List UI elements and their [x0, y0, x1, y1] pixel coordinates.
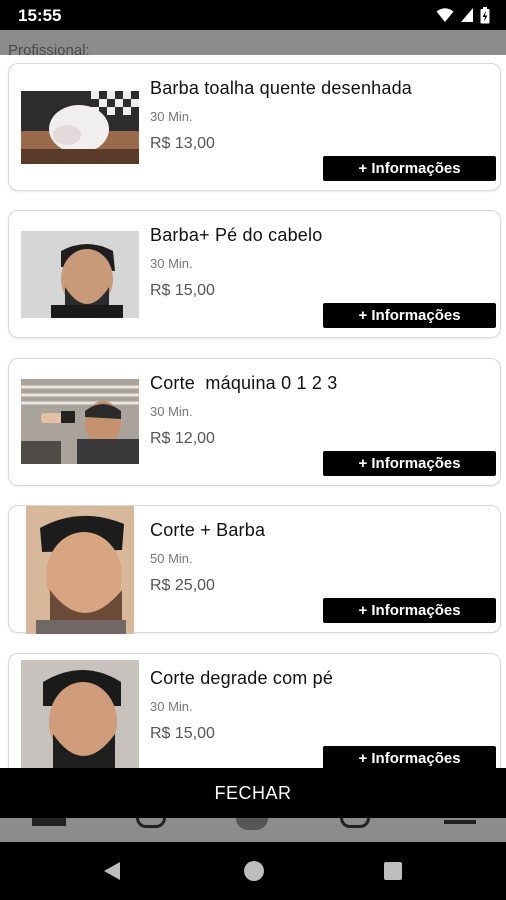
service-name: Barba toalha quente desenhada — [150, 78, 413, 98]
service-duration: 30 Min. — [150, 699, 193, 714]
service-card[interactable]: Barba toalha quente desenhada 30 Min. R$… — [8, 63, 501, 191]
battery-icon — [480, 6, 490, 23]
service-image — [26, 506, 134, 634]
service-price: R$ 13,00 — [150, 135, 215, 152]
service-name: Corte máquina 0 1 2 3 — [150, 373, 338, 393]
recents-icon[interactable] — [384, 862, 402, 880]
service-image — [21, 379, 139, 464]
status-bar: 15:55 — [0, 0, 506, 30]
service-duration: 50 Min. — [150, 551, 193, 566]
service-name: Corte degrade com pé — [150, 668, 334, 688]
background-bottom-nav — [0, 818, 506, 842]
service-price: R$ 15,00 — [150, 725, 215, 742]
service-duration: 30 Min. — [150, 404, 193, 419]
service-price: R$ 15,00 — [150, 282, 215, 299]
system-nav-bar — [0, 842, 506, 900]
service-price: R$ 12,00 — [150, 430, 215, 447]
status-icons — [436, 6, 490, 24]
service-card[interactable]: Corte + Barba 50 Min. R$ 25,00 + Informa… — [8, 505, 501, 634]
service-duration: 30 Min. — [150, 109, 193, 124]
service-image — [21, 231, 139, 318]
service-price: R$ 25,00 — [150, 577, 215, 594]
service-card[interactable]: Corte degrade com pé 30 Min. R$ 15,00 + … — [8, 653, 501, 768]
service-image — [21, 660, 139, 768]
more-info-button[interactable]: + Informações — [323, 156, 496, 181]
service-card[interactable]: Corte máquina 0 1 2 3 30 Min. R$ 12,00 +… — [8, 358, 501, 486]
close-button[interactable]: FECHAR — [0, 768, 506, 818]
more-info-button[interactable]: + Informações — [323, 746, 496, 768]
service-duration: 30 Min. — [150, 256, 193, 271]
service-image — [21, 91, 139, 164]
status-time: 15:55 — [18, 6, 62, 25]
home-icon[interactable] — [244, 861, 264, 881]
wifi-icon — [436, 8, 454, 22]
services-dialog-list[interactable]: Barba toalha quente desenhada 30 Min. R$… — [0, 55, 506, 768]
more-info-button[interactable]: + Informações — [323, 451, 496, 476]
more-info-button[interactable]: + Informações — [323, 303, 496, 328]
service-name: Barba+ Pé do cabelo — [150, 225, 323, 245]
signal-icon — [461, 8, 473, 22]
more-info-button[interactable]: + Informações — [323, 598, 496, 623]
back-icon[interactable] — [103, 861, 121, 881]
service-name: Corte + Barba — [150, 520, 266, 540]
service-card[interactable]: Barba+ Pé do cabelo 30 Min. R$ 15,00 + I… — [8, 210, 501, 338]
